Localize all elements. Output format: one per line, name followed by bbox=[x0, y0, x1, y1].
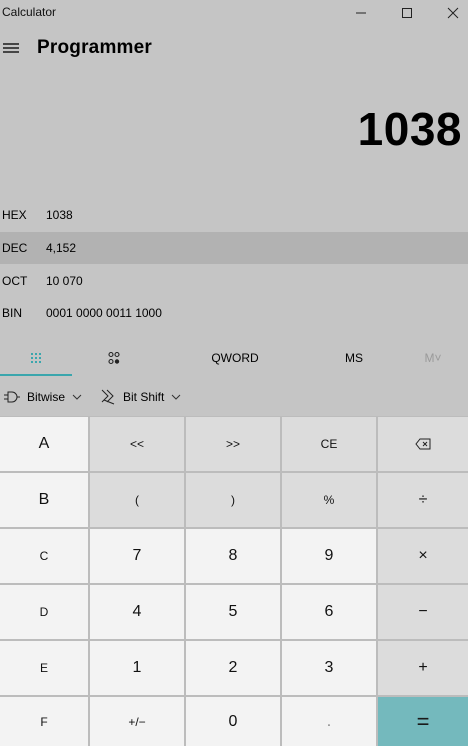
key-5[interactable]: 5 bbox=[186, 585, 280, 639]
operator-bar: Bitwise Bit Shift bbox=[0, 380, 468, 414]
close-icon bbox=[447, 7, 459, 19]
key-equals[interactable]: = bbox=[378, 697, 468, 746]
word-size-button[interactable]: QWORD bbox=[190, 340, 280, 376]
bit-toggle-icon bbox=[108, 351, 120, 365]
key-negate[interactable]: +/− bbox=[90, 697, 184, 746]
key-6[interactable]: 6 bbox=[282, 585, 376, 639]
maximize-button[interactable] bbox=[384, 0, 430, 26]
bit-shift-icon bbox=[101, 389, 115, 405]
bitwise-dropdown[interactable]: Bitwise bbox=[4, 380, 82, 414]
radix-value: 0001 0000 0011 1000 bbox=[46, 306, 162, 320]
key-close-paren[interactable]: ) bbox=[186, 473, 280, 527]
key-b[interactable]: B bbox=[0, 473, 88, 527]
key-3[interactable]: 3 bbox=[282, 641, 376, 695]
key-open-paren[interactable]: ( bbox=[90, 473, 184, 527]
key-2[interactable]: 2 bbox=[186, 641, 280, 695]
minimize-button[interactable] bbox=[338, 0, 384, 26]
key-left-shift[interactable]: << bbox=[90, 417, 184, 471]
key-multiply[interactable]: × bbox=[378, 529, 468, 583]
radix-row-dec[interactable]: DEC 4,152 bbox=[0, 232, 468, 264]
bitwise-label: Bitwise bbox=[27, 390, 66, 404]
keypad: A << >> CE B ( ) % ÷ C 7 8 9 × D 4 5 6 −… bbox=[0, 416, 468, 746]
radix-value: 1038 bbox=[46, 208, 73, 222]
memory-store-button[interactable]: MS bbox=[324, 340, 384, 376]
radix-value: 4,152 bbox=[46, 241, 77, 255]
chevron-down-icon bbox=[72, 394, 82, 400]
key-subtract[interactable]: − bbox=[378, 585, 468, 639]
radix-label: HEX bbox=[2, 208, 27, 222]
hamburger-menu-icon[interactable] bbox=[2, 40, 20, 56]
close-button[interactable] bbox=[430, 0, 468, 26]
chevron-down-icon bbox=[172, 394, 181, 400]
bit-shift-label: Bit Shift bbox=[123, 390, 165, 404]
key-9[interactable]: 9 bbox=[282, 529, 376, 583]
key-4[interactable]: 4 bbox=[90, 585, 184, 639]
key-backspace[interactable] bbox=[378, 417, 468, 471]
display-value: 1038 bbox=[357, 103, 462, 155]
key-c[interactable]: C bbox=[0, 529, 88, 583]
radix-row-bin[interactable]: BIN 0001 0000 0011 1000 bbox=[0, 297, 468, 329]
key-add[interactable]: + bbox=[378, 641, 468, 695]
maximize-icon bbox=[402, 8, 412, 18]
key-a[interactable]: A bbox=[0, 417, 88, 471]
key-modulo[interactable]: % bbox=[282, 473, 376, 527]
tab-full-keypad[interactable] bbox=[0, 340, 72, 376]
memory-list-button: M˅ bbox=[424, 351, 442, 365]
key-1[interactable]: 1 bbox=[90, 641, 184, 695]
keypad-icon bbox=[31, 353, 41, 363]
radix-label: OCT bbox=[2, 274, 28, 288]
key-clear-entry[interactable]: CE bbox=[282, 417, 376, 471]
key-d[interactable]: D bbox=[0, 585, 88, 639]
key-8[interactable]: 8 bbox=[186, 529, 280, 583]
header: Programmer bbox=[0, 30, 468, 66]
radix-label: BIN bbox=[2, 306, 23, 320]
backspace-icon bbox=[415, 438, 431, 450]
key-divide[interactable]: ÷ bbox=[378, 473, 468, 527]
key-decimal: . bbox=[282, 697, 376, 746]
tab-bit-toggling-keypad[interactable] bbox=[78, 340, 150, 376]
app-title: Calculator bbox=[2, 5, 57, 19]
key-right-shift[interactable]: >> bbox=[186, 417, 280, 471]
radix-row-oct[interactable]: OCT 10 070 bbox=[0, 265, 468, 297]
radix-value: 10 070 bbox=[46, 274, 83, 288]
minimize-icon bbox=[356, 12, 366, 14]
key-e[interactable]: E bbox=[0, 641, 88, 695]
bit-shift-dropdown[interactable]: Bit Shift bbox=[101, 380, 181, 414]
key-7[interactable]: 7 bbox=[90, 529, 184, 583]
radix-row-hex[interactable]: HEX 1038 bbox=[0, 199, 468, 231]
title-bar: Calculator bbox=[0, 0, 468, 26]
mode-title: Programmer bbox=[37, 37, 152, 58]
keypad-mode-bar: QWORD MS M˅ bbox=[0, 340, 468, 376]
key-f[interactable]: F bbox=[0, 697, 88, 746]
logic-gate-icon bbox=[4, 391, 20, 403]
key-0[interactable]: 0 bbox=[186, 697, 280, 746]
radix-label: DEC bbox=[2, 241, 28, 255]
